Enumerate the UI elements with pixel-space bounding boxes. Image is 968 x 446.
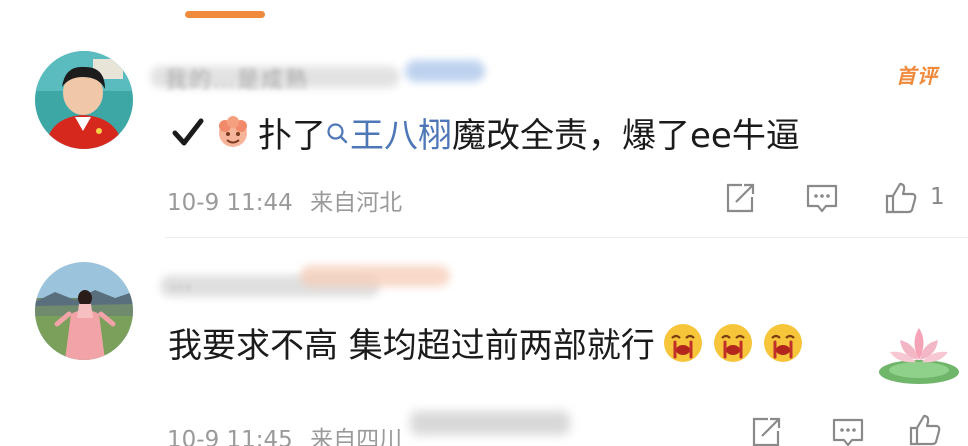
lotus-icon [879,328,959,384]
comment-text: 扑了 王八栩 魔改全责，爆了ee牛逼 [170,108,800,157]
share-icon[interactable] [748,414,784,446]
cry-emoji-icon [663,323,702,362]
cry-emoji-icon [713,323,752,362]
comment-text-prefix: 扑了 [258,116,326,156]
topic-link[interactable]: 王八栩 [326,108,452,157]
comment-meta: 10-9 11:44 来自河北 [167,183,402,217]
username-badge-redaction [405,60,485,82]
first-comment-badge: 首评 [896,64,938,88]
active-tab-indicator [185,11,265,18]
comment-location: 来自四川 [310,427,403,446]
comment-location: 来自河北 [310,190,403,216]
check-icon [172,118,204,145]
comment-divider [165,237,968,238]
comment-icon[interactable] [804,180,840,216]
avatar[interactable] [35,262,133,360]
like-icon[interactable] [883,180,919,216]
comment-date: 10-9 11:45 [167,427,293,446]
emoji-sticker-icon [219,115,247,147]
cry-emoji-icon [763,323,802,362]
comment-text-suffix: 魔改全责，爆了ee牛逼 [452,116,800,156]
topic-link-label: 王八栩 [350,116,452,156]
username[interactable]: 我的…是成熟 [165,62,309,94]
comment-meta: 10-9 11:45 来自四川 [167,420,402,446]
username-redaction-accent [300,265,450,287]
like-count: 1 [930,184,945,210]
search-icon [327,122,348,143]
meta-redaction [410,411,570,435]
comment-text-body: 我要求不高 集均超过前两部就行 [168,326,655,366]
comment-icon[interactable] [830,414,866,446]
comment-text: 我要求不高 集均超过前两部就行 [168,318,805,367]
username[interactable]: … [170,270,194,295]
like-icon[interactable] [907,412,943,446]
comment-date: 10-9 11:44 [167,190,293,216]
comment-list: 我的…是成熟 首评 扑了 王八栩 魔改全责，爆了ee牛逼 10-9 11:44 … [0,0,968,446]
avatar[interactable] [35,51,133,149]
share-icon[interactable] [722,180,758,216]
